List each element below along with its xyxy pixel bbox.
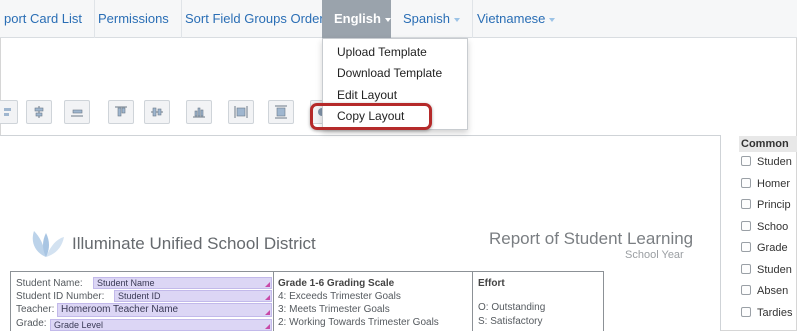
field-label: Schoo: [757, 221, 789, 233]
field-label: Studen: [757, 156, 792, 168]
tab-label: Sort Field Groups Order: [185, 11, 324, 26]
student-id-field[interactable]: Student ID: [114, 290, 272, 302]
tab-permissions[interactable]: Permissions: [86, 0, 182, 38]
grade-field[interactable]: Grade Level: [50, 319, 272, 331]
align-bottom-icon[interactable]: [64, 100, 90, 124]
grading-scale-row: 2: Working Towards Trimester Goals: [278, 317, 439, 328]
tab-english[interactable]: English: [322, 0, 391, 38]
effort-header: Effort: [478, 278, 505, 289]
common-field-item[interactable]: Absen: [741, 285, 788, 299]
distribute-icon[interactable]: [186, 100, 212, 124]
district-name: Illuminate Unified School District: [72, 234, 316, 253]
field-label: Princip: [757, 199, 791, 211]
menu-item-edit-layout[interactable]: Edit Layout: [337, 88, 397, 102]
checkbox[interactable]: [741, 156, 751, 166]
tab-spanish[interactable]: Spanish: [391, 0, 473, 38]
common-field-item[interactable]: Studen: [741, 156, 792, 170]
copy-layout-highlight: [310, 103, 432, 130]
checkbox[interactable]: [741, 242, 751, 252]
column-divider: [273, 271, 274, 331]
column-divider: [472, 271, 473, 331]
checkbox[interactable]: [741, 285, 751, 295]
screenshot-frame: port Card List Permissions Sort Field Gr…: [0, 0, 797, 331]
checkbox[interactable]: [741, 199, 751, 209]
school-year-label: School Year: [625, 249, 684, 261]
tab-sort-field-groups-order[interactable]: Sort Field Groups Order: [173, 0, 337, 38]
tab-label: Vietnamese: [477, 11, 546, 26]
teacher-label: Teacher:: [16, 304, 55, 315]
tab-label: English: [334, 11, 381, 26]
tab-label: Spanish: [403, 11, 450, 26]
menu-item-download-template[interactable]: Download Template: [337, 66, 442, 80]
chevron-down-icon: [549, 17, 556, 22]
top-nav: port Card List Permissions Sort Field Gr…: [0, 0, 797, 38]
common-fields-heading: Common: [739, 136, 797, 152]
common-field-item[interactable]: Princip: [741, 199, 791, 213]
report-title: Report of Student Learning: [489, 229, 694, 248]
checkbox[interactable]: [741, 178, 751, 188]
grading-scale-row: 3: Meets Trimester Goals: [278, 304, 390, 315]
field-label: Studen: [757, 264, 792, 276]
common-field-item[interactable]: Tardies: [741, 307, 792, 321]
student-id-label: Student ID Number:: [16, 291, 105, 302]
same-width-icon[interactable]: [228, 100, 254, 124]
align-center-icon[interactable]: [26, 100, 52, 124]
student-name-label: Student Name:: [16, 278, 83, 289]
grade-label: Grade:: [16, 318, 47, 329]
field-label: Absen: [757, 285, 789, 297]
effort-row: S: Satisfactory: [478, 316, 543, 327]
field-label: Grade: [757, 242, 788, 254]
field-label: Homer: [757, 178, 791, 190]
common-field-item[interactable]: Homer: [741, 178, 790, 192]
effort-row: O: Outstanding: [478, 302, 546, 313]
grading-scale-row: 4: Exceeds Trimester Goals: [278, 291, 401, 302]
align-middle-icon[interactable]: [144, 100, 170, 124]
checkbox[interactable]: [741, 264, 751, 274]
common-field-item[interactable]: Grade: [741, 242, 788, 256]
align-left-icon[interactable]: [0, 100, 18, 124]
tab-vietnamese[interactable]: Vietnamese: [465, 0, 567, 38]
common-field-item[interactable]: Schoo: [741, 221, 788, 235]
field-label: Tardies: [757, 307, 793, 319]
grading-scale-header: Grade 1-6 Grading Scale: [278, 278, 395, 289]
teacher-field[interactable]: Homeroom Teacher Name: [57, 303, 272, 317]
chevron-down-icon: [453, 17, 460, 22]
tab-report-card-list[interactable]: port Card List: [0, 0, 96, 38]
common-field-item[interactable]: Studen: [741, 264, 792, 278]
same-height-icon[interactable]: [268, 100, 294, 124]
align-top-icon[interactable]: [108, 100, 134, 124]
district-logo: [32, 231, 64, 257]
student-name-field[interactable]: Student Name: [93, 277, 272, 289]
tab-label: port Card List: [4, 11, 83, 26]
tab-label: Permissions: [98, 11, 169, 26]
menu-item-upload-template[interactable]: Upload Template: [337, 45, 427, 59]
common-fields-panel: Common Studen Homer Princip Schoo Grade …: [737, 134, 797, 331]
checkbox[interactable]: [741, 221, 751, 231]
checkbox[interactable]: [741, 307, 751, 317]
